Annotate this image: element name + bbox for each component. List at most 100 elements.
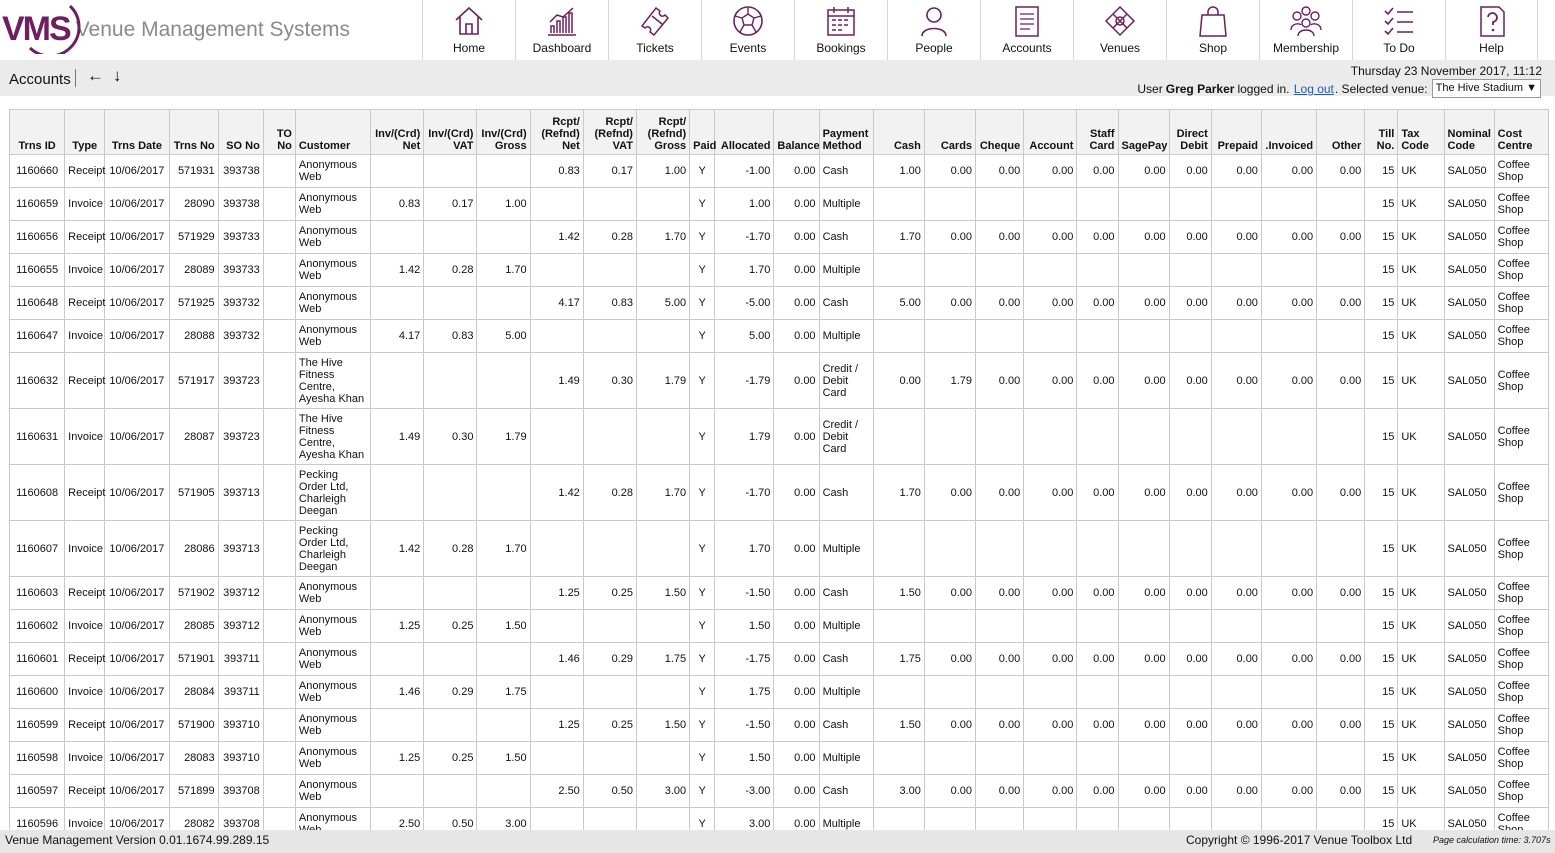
nav-tickets[interactable]: Tickets — [608, 0, 701, 60]
nav-todo[interactable]: To Do — [1352, 0, 1445, 60]
cell-so-no: 393733 — [217, 220, 264, 254]
nav-people[interactable]: People — [887, 0, 980, 60]
col-header-staff-card[interactable]: Staff Card — [1076, 109, 1119, 155]
cell-paid: Y — [689, 464, 716, 521]
col-header-to-no[interactable]: TO No — [262, 109, 296, 155]
cell-trns-no: 571929 — [168, 220, 219, 254]
cell-trns-date: 10/06/2017 — [104, 154, 170, 188]
cell-so-no: 393723 — [217, 352, 264, 409]
table-row[interactable]: 1160631 Invoice 10/06/2017 28087 393723 The H… — [9, 408, 1549, 465]
logout-link[interactable]: Log out — [1294, 82, 1334, 96]
table-row[interactable]: 1160603 Receipt 10/06/2017 571902 393712 Anon… — [9, 576, 1549, 610]
nav-accounts[interactable]: Accounts — [980, 0, 1073, 60]
col-header-customer[interactable]: Customer — [294, 109, 372, 155]
col-header-type[interactable]: Type — [64, 109, 106, 155]
back-arrow-icon[interactable]: ← — [87, 66, 104, 86]
nav-home[interactable]: Home — [422, 0, 515, 60]
cell-trns-id: 1160660 — [9, 154, 66, 188]
col-header-payment-method[interactable]: Payment Method — [818, 109, 874, 155]
cell-inv-net — [370, 154, 425, 188]
table-row[interactable]: 1160600 Invoice 10/06/2017 28084 393711 Anony… — [9, 675, 1549, 709]
current-datetime: Thursday 23 November 2017, 11:12 — [1350, 64, 1542, 78]
cell-paid: Y — [689, 319, 716, 353]
cell-balance: 0.00 — [773, 675, 820, 709]
cell-trns-date: 10/06/2017 — [104, 807, 170, 830]
col-header-sagepay[interactable]: SagePay — [1117, 109, 1170, 155]
nav-bookings[interactable]: Bookings — [794, 0, 887, 60]
cell-balance: 0.00 — [773, 520, 820, 577]
col-header-cheque[interactable]: Cheque — [975, 109, 1025, 155]
cell-cost-centre: Coffee Shop — [1493, 286, 1549, 320]
table-row[interactable]: 1160599 Receipt 10/06/2017 571900 393710 Anon… — [9, 708, 1549, 742]
nav-membership[interactable]: Membership — [1259, 0, 1352, 60]
nav-shop-label: Shop — [1198, 41, 1228, 55]
table-row[interactable]: 1160659 Invoice 10/06/2017 28090 393738 Anony… — [9, 187, 1549, 221]
col-header-balance[interactable]: Balance — [773, 109, 820, 155]
col-header-direct-debit[interactable]: Direct Debit — [1168, 109, 1212, 155]
table-row[interactable]: 1160597 Receipt 10/06/2017 571899 393708 Anon… — [9, 774, 1549, 808]
table-row[interactable]: 1160648 Receipt 10/06/2017 571925 393732 Anon… — [9, 286, 1549, 320]
col-header-other[interactable]: Other — [1316, 109, 1366, 155]
cell-cheque: 0.00 — [975, 576, 1025, 610]
cell-cash: 1.75 — [872, 642, 925, 676]
col-header-prepaid[interactable]: Prepaid — [1210, 109, 1262, 155]
col-header-allocated[interactable]: Allocated — [714, 109, 775, 155]
table-row[interactable]: 1160602 Invoice 10/06/2017 28085 393712 Anony… — [9, 609, 1549, 643]
table-row[interactable]: 1160660 Receipt 10/06/2017 571931 393738 Anon… — [9, 154, 1549, 188]
cell-balance: 0.00 — [773, 154, 820, 188]
col-header-trns-no[interactable]: Trns No — [168, 109, 219, 155]
col-header-invoiced[interactable]: .Invoiced — [1260, 109, 1318, 155]
nav-help[interactable]: Help — [1445, 0, 1538, 60]
col-header-paid[interactable]: Paid — [689, 109, 716, 155]
cell-tax-code: UK — [1397, 609, 1445, 643]
col-header-so-no[interactable]: SO No — [217, 109, 264, 155]
table-row[interactable]: 1160647 Invoice 10/06/2017 28088 393732 Anony… — [9, 319, 1549, 353]
cell-tax-code: UK — [1397, 708, 1445, 742]
calendar-icon — [823, 3, 859, 39]
col-header-rcpt-vat[interactable]: Rcpt/ (Refnd) VAT — [582, 109, 637, 155]
col-header-tax-code[interactable]: Tax Code — [1397, 109, 1445, 155]
cell-inv-vat — [423, 642, 478, 676]
table-row[interactable]: 1160601 Receipt 10/06/2017 571901 393711 Anon… — [9, 642, 1549, 676]
table-row[interactable]: 1160598 Invoice 10/06/2017 28083 393710 Anony… — [9, 741, 1549, 775]
cell-trns-date: 10/06/2017 — [104, 408, 170, 465]
table-row[interactable]: 1160596 Invoice 10/06/2017 28082 393708 Anony… — [9, 807, 1549, 830]
down-arrow-icon[interactable]: ↓ — [113, 66, 122, 86]
col-header-inv-gross[interactable]: Inv/(Crd) Gross — [476, 109, 531, 155]
col-header-inv-net[interactable]: Inv/(Crd) Net — [370, 109, 425, 155]
col-header-cards[interactable]: Cards — [923, 109, 977, 155]
cell-till-no: 15 — [1364, 642, 1399, 676]
cell-direct-debit — [1168, 741, 1212, 775]
col-header-rcpt-gross[interactable]: Rcpt/ (Refnd) Gross — [635, 109, 691, 155]
col-header-nominal-code[interactable]: Nominal Code — [1443, 109, 1495, 155]
table-row[interactable]: 1160656 Receipt 10/06/2017 571929 393733 Anon… — [9, 220, 1549, 254]
table-row[interactable]: 1160632 Receipt 10/06/2017 571917 393723 The … — [9, 352, 1549, 409]
nav-dashboard[interactable]: Dashboard — [515, 0, 608, 60]
cell-staff-card — [1076, 807, 1119, 830]
col-header-cash[interactable]: Cash — [872, 109, 925, 155]
cell-rcpt-net — [529, 807, 584, 830]
nav-shop[interactable]: Shop — [1166, 0, 1259, 60]
col-header-trns-date[interactable]: Trns Date — [104, 109, 170, 155]
col-header-rcpt-net[interactable]: Rcpt/ (Refnd) Net — [529, 109, 584, 155]
transactions-table-container[interactable]: Trns ID Type Trns Date Trns No SO No TO No Cus… — [9, 109, 1549, 830]
table-row[interactable]: 1160607 Invoice 10/06/2017 28086 393713 Pecki… — [9, 520, 1549, 577]
cell-allocated: -1.50 — [714, 576, 775, 610]
table-row[interactable]: 1160655 Invoice 10/06/2017 28089 393733 Anony… — [9, 253, 1549, 287]
col-header-trns-id[interactable]: Trns ID — [9, 109, 66, 155]
cell-till-no: 15 — [1364, 774, 1399, 808]
table-row[interactable]: 1160608 Receipt 10/06/2017 571905 393713 Peck… — [9, 464, 1549, 521]
col-header-account[interactable]: Account — [1023, 109, 1078, 155]
col-header-till-no[interactable]: Till No. — [1364, 109, 1399, 155]
col-header-inv-vat[interactable]: Inv/(Crd) VAT — [423, 109, 478, 155]
venue-select[interactable]: The Hive Stadium ▼ — [1431, 79, 1541, 98]
cell-invoiced — [1260, 319, 1318, 353]
cell-to-no — [262, 187, 296, 221]
cell-inv-net: 1.49 — [370, 408, 425, 465]
nav-events[interactable]: Events — [701, 0, 794, 60]
cell-allocated: 1.00 — [714, 187, 775, 221]
cell-cards: 0.00 — [923, 286, 977, 320]
logo[interactable]: VMS Venue Management Systems — [2, 2, 350, 56]
col-header-cost-centre[interactable]: Cost Centre — [1493, 109, 1549, 155]
nav-venues[interactable]: Venues — [1073, 0, 1166, 60]
